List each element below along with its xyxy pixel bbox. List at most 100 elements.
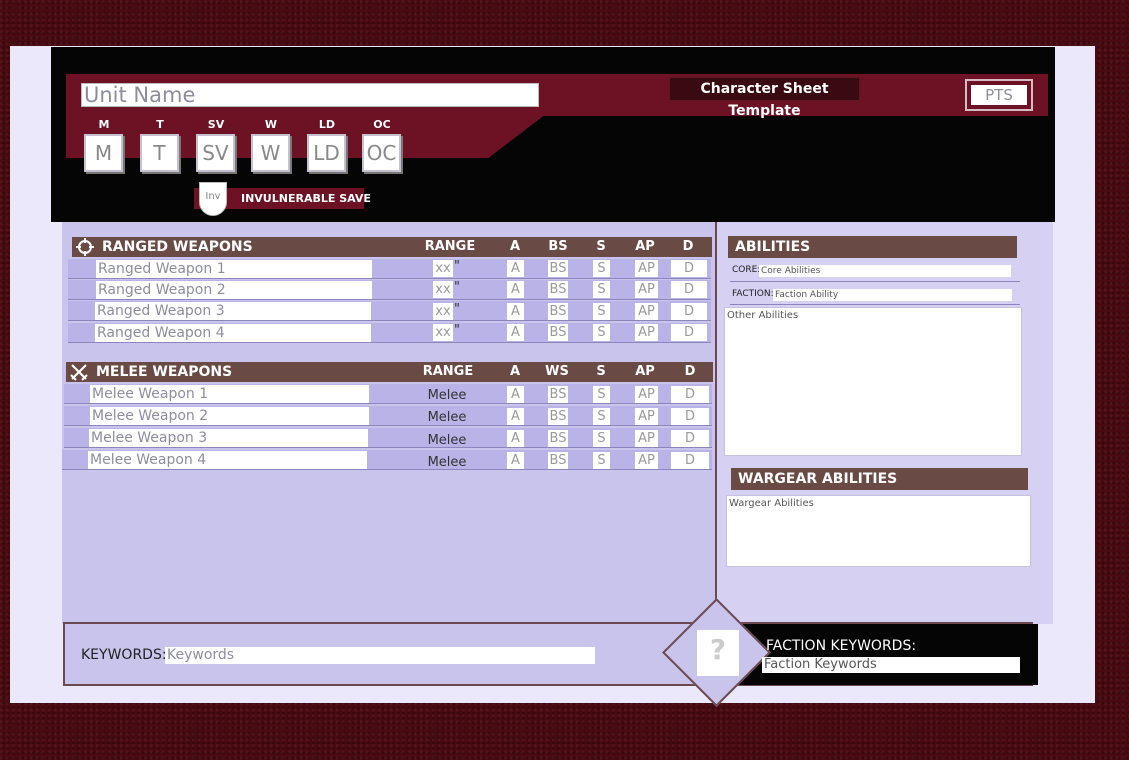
melee-weapon-3-range[interactable]: Melee	[420, 432, 474, 449]
melee-weapon-4-a[interactable]: A	[507, 452, 524, 469]
stat-label-m: M	[98, 118, 110, 131]
ranged-col-a: A	[509, 239, 521, 254]
stat-label-ld: LD	[318, 118, 336, 131]
ranged-col-s: S	[596, 239, 606, 254]
ranged-weapon-4-d[interactable]: D	[671, 324, 707, 341]
melee-weapon-1-d[interactable]: D	[671, 386, 709, 403]
ranged-weapon-1-ap[interactable]: AP	[635, 260, 658, 277]
ranged-weapon-3-a[interactable]: A	[507, 303, 524, 320]
ranged-weapon-2-d[interactable]: D	[671, 281, 707, 298]
melee-weapon-2-a[interactable]: A	[507, 408, 524, 425]
melee-weapon-4-range[interactable]: Melee	[420, 454, 474, 471]
ranged-weapon-1-s[interactable]: S	[593, 260, 610, 277]
ranged-weapon-3-s[interactable]: S	[593, 303, 610, 320]
melee-weapon-1-ws[interactable]: BS	[548, 386, 568, 403]
stat-field-sv[interactable]: SV	[196, 134, 235, 172]
faction-emblem-icon[interactable]: ?	[697, 630, 739, 676]
melee-weapon-4-name[interactable]: Melee Weapon 4	[88, 451, 367, 469]
ranged-weapon-4-s[interactable]: S	[593, 324, 610, 341]
wargear-abilities-header: WARGEAR ABILITIES	[731, 468, 1028, 490]
ranged-weapon-2-name[interactable]: Ranged Weapon 2	[96, 281, 372, 299]
ranged-weapon-2-a[interactable]: A	[507, 281, 524, 298]
wargear-abilities-field[interactable]: Wargear Abilities	[726, 495, 1031, 567]
faction-keywords-bar	[738, 624, 1038, 685]
melee-weapons-title: MELEE WEAPONS	[96, 364, 233, 380]
ranged-weapon-1-d[interactable]: D	[671, 260, 707, 277]
ranged-weapon-1-name[interactable]: Ranged Weapon 1	[96, 260, 372, 278]
stat-field-t[interactable]: T	[140, 134, 179, 172]
ranged-weapon-2-s[interactable]: S	[593, 281, 610, 298]
ranged-weapon-2-bs[interactable]: BS	[548, 281, 568, 298]
stat-label-oc: OC	[373, 118, 391, 131]
melee-col-a: A	[509, 364, 521, 379]
crosshair-icon	[76, 238, 94, 256]
melee-weapon-4-ap[interactable]: AP	[635, 452, 658, 469]
melee-weapon-2-s[interactable]: S	[593, 408, 610, 425]
melee-weapon-2-d[interactable]: D	[671, 408, 709, 425]
melee-col-d: D	[684, 364, 696, 379]
melee-weapon-1-name[interactable]: Melee Weapon 1	[90, 385, 369, 403]
ranged-weapon-1-range[interactable]: xx	[433, 260, 453, 277]
melee-weapon-4-s[interactable]: S	[593, 452, 610, 469]
melee-weapon-3-name[interactable]: Melee Weapon 3	[89, 429, 368, 447]
ranged-weapon-3-bs[interactable]: BS	[548, 303, 568, 320]
melee-col-ws: WS	[545, 364, 569, 379]
ranged-weapon-4-bs[interactable]: BS	[548, 324, 568, 341]
keywords-label: KEYWORDS:	[81, 647, 167, 663]
stat-field-m[interactable]: M	[84, 134, 123, 172]
divider	[730, 304, 1020, 305]
faction-ability-field[interactable]: Faction Ability	[773, 289, 1012, 301]
melee-weapon-1-range[interactable]: Melee	[420, 387, 474, 404]
faction-label: FACTION:	[732, 289, 774, 299]
unit-name-field[interactable]: Unit Name	[81, 83, 539, 107]
invuln-field[interactable]: Inv	[199, 182, 227, 216]
points-field[interactable]: PTS	[971, 85, 1027, 105]
other-abilities-field[interactable]: Other Abilities	[724, 307, 1022, 456]
melee-weapon-2-ap[interactable]: AP	[635, 408, 658, 425]
stat-field-w[interactable]: W	[251, 134, 290, 172]
ranged-weapons-title: RANGED WEAPONS	[102, 239, 253, 255]
invuln-label: INVULNERABLE SAVE	[241, 192, 371, 205]
ranged-weapon-3-d[interactable]: D	[671, 303, 707, 320]
sheet-title: Character Sheet Template	[669, 77, 860, 119]
melee-weapon-1-s[interactable]: S	[593, 386, 610, 403]
melee-weapon-4-ws[interactable]: BS	[548, 452, 568, 469]
inch-mark: "	[454, 259, 460, 274]
keywords-field[interactable]: Keywords	[165, 647, 595, 664]
faction-keywords-label: FACTION KEYWORDS:	[766, 638, 917, 654]
ranged-weapon-3-ap[interactable]: AP	[635, 303, 658, 320]
ranged-col-bs: BS	[548, 239, 568, 254]
ranged-col-d: D	[682, 239, 694, 254]
crossed-swords-icon	[70, 364, 88, 381]
melee-weapon-3-a[interactable]: A	[507, 430, 524, 447]
melee-weapon-3-ap[interactable]: AP	[635, 430, 658, 447]
ranged-weapon-2-range[interactable]: xx	[433, 281, 453, 298]
melee-weapon-1-ap[interactable]: AP	[635, 386, 658, 403]
ranged-weapon-4-name[interactable]: Ranged Weapon 4	[95, 324, 371, 342]
stat-field-ld[interactable]: LD	[307, 134, 346, 172]
points-box: PTS	[965, 79, 1033, 111]
melee-weapon-3-s[interactable]: S	[593, 430, 610, 447]
faction-keywords-field[interactable]: Faction Keywords	[762, 657, 1020, 673]
melee-col-range: RANGE	[422, 364, 474, 379]
stat-field-oc[interactable]: OC	[362, 134, 401, 172]
ranged-weapon-4-a[interactable]: A	[507, 324, 524, 341]
ranged-weapon-4-range[interactable]: xx	[433, 324, 453, 341]
melee-weapon-2-name[interactable]: Melee Weapon 2	[90, 407, 369, 425]
ranged-weapon-4-ap[interactable]: AP	[635, 324, 658, 341]
ranged-weapon-1-a[interactable]: A	[507, 260, 524, 277]
melee-weapon-3-d[interactable]: D	[671, 430, 709, 447]
melee-weapons-header: MELEE WEAPONS RANGE A WS S AP D	[66, 362, 713, 382]
ranged-weapon-1-bs[interactable]: BS	[548, 260, 568, 277]
melee-weapon-1-a[interactable]: A	[507, 386, 524, 403]
ranged-weapon-3-name[interactable]: Ranged Weapon 3	[95, 302, 371, 320]
ranged-weapon-3-range[interactable]: xx	[433, 303, 453, 320]
melee-weapon-3-ws[interactable]: BS	[548, 430, 568, 447]
stat-label-sv: SV	[207, 118, 225, 131]
core-abilities-field[interactable]: Core Abilities	[759, 265, 1011, 277]
melee-weapon-2-range[interactable]: Melee	[420, 409, 474, 426]
melee-weapon-4-d[interactable]: D	[671, 452, 709, 469]
melee-weapon-2-ws[interactable]: BS	[548, 408, 568, 425]
divider	[730, 281, 1020, 282]
ranged-weapon-2-ap[interactable]: AP	[635, 281, 658, 298]
